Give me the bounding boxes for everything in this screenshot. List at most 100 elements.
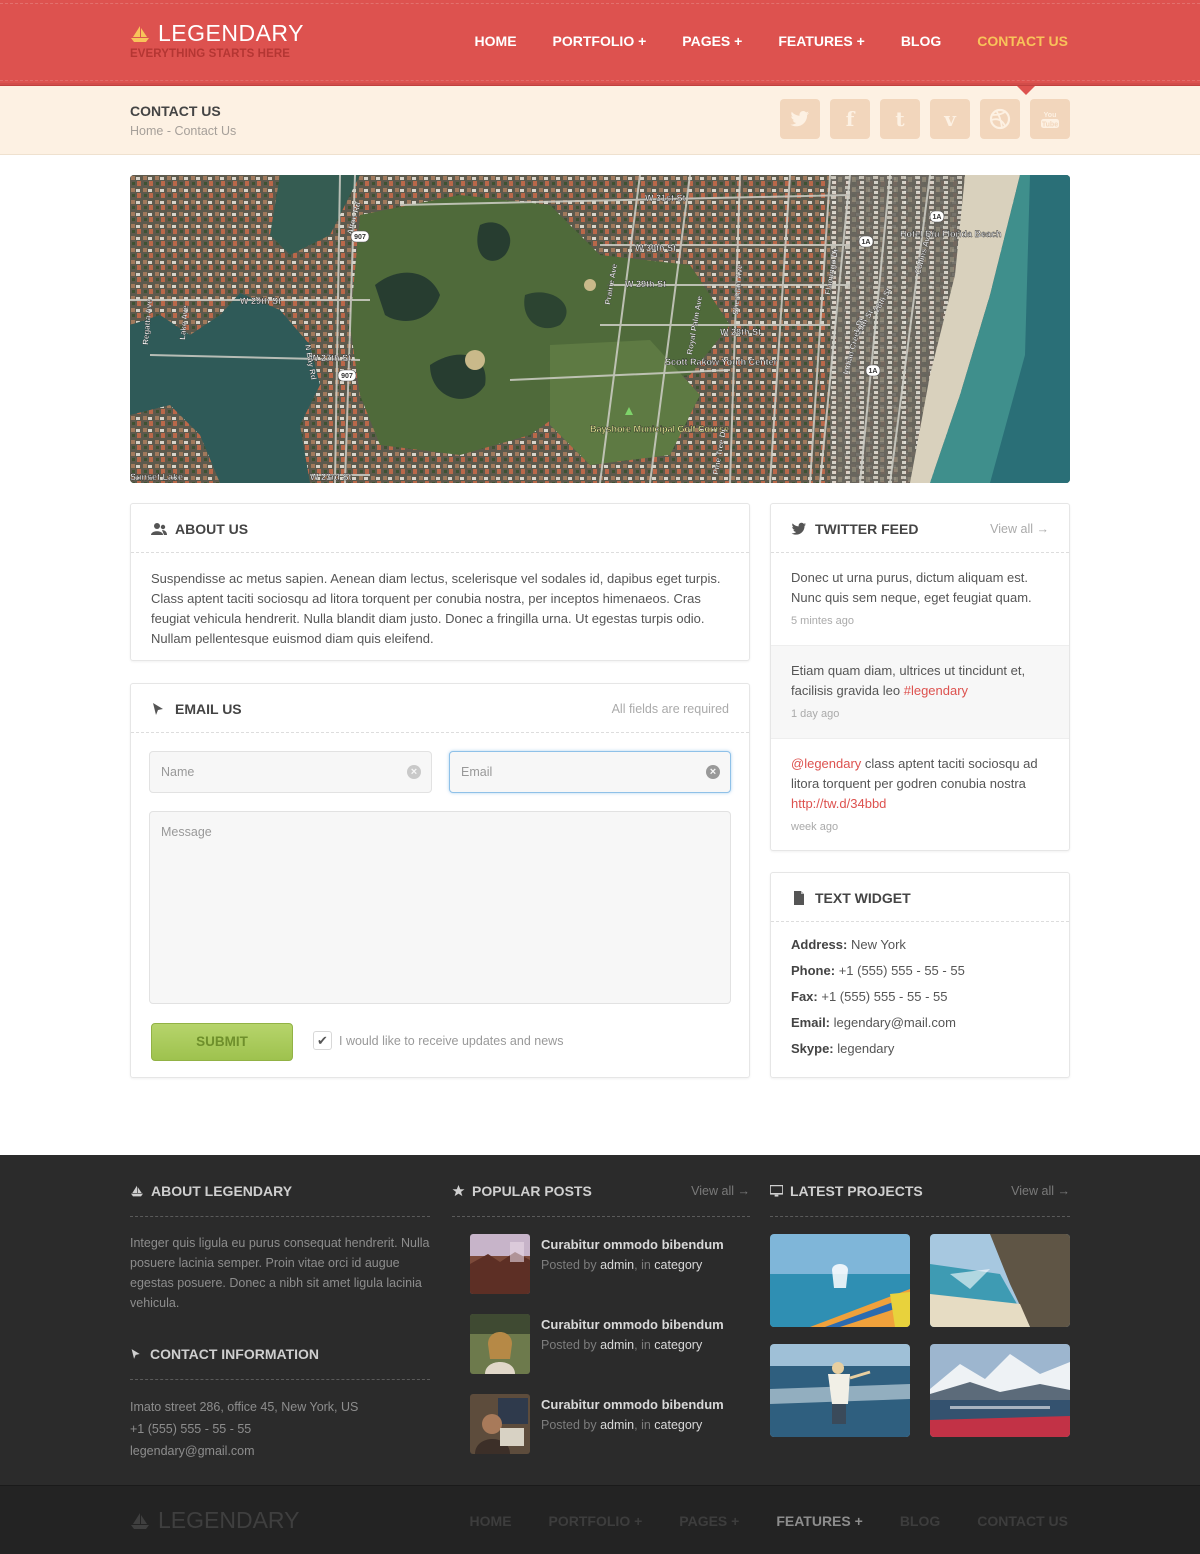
footer-contact-title: CONTACT INFORMATION: [150, 1346, 320, 1362]
footer-address: Imato street 286, office 45, New York, U…: [130, 1400, 359, 1414]
arrow-right-icon: →: [737, 1184, 751, 1198]
nav-contact[interactable]: CONTACT US: [977, 33, 1068, 49]
twitter-title: TWITTER FEED: [815, 521, 919, 537]
nav-features[interactable]: FEATURES +: [778, 33, 864, 49]
post-category-link[interactable]: category: [654, 1418, 702, 1432]
post-title[interactable]: Curabitur ommodo bibendum: [541, 1397, 724, 1412]
post-author-link[interactable]: admin: [600, 1258, 634, 1272]
footer-bar: LEGENDARY HOME PORTFOLIO + PAGES + FEATU…: [0, 1485, 1200, 1554]
footer-nav-contact[interactable]: CONTACT US: [977, 1513, 1068, 1529]
post-thumbnail[interactable]: [470, 1314, 530, 1374]
clear-icon[interactable]: ×: [407, 765, 421, 779]
page-header-band: CONTACT US Home - Contact Us f t v You Tu…: [0, 86, 1200, 155]
clear-icon[interactable]: ×: [706, 765, 720, 779]
nav-portfolio[interactable]: PORTFOLIO +: [553, 33, 647, 49]
map-label: Hotel Riu Florida Beach: [900, 229, 1002, 239]
map-label: W 30th St: [635, 243, 676, 253]
logo-title: LEGENDARY: [158, 20, 304, 46]
twitter-view-all[interactable]: View all →: [990, 522, 1049, 536]
footer-contact-info: Imato street 286, office 45, New York, U…: [130, 1396, 430, 1462]
name-placeholder: Name: [161, 765, 195, 779]
post-category-link[interactable]: category: [654, 1338, 702, 1352]
footer-about-title: ABOUT LEGENDARY: [151, 1183, 293, 1199]
twitter-icon[interactable]: [780, 99, 820, 139]
footer-nav-portfolio[interactable]: PORTFOLIO +: [549, 1513, 643, 1529]
updates-checkbox[interactable]: ✔: [313, 1031, 332, 1050]
map-label: W 29th St: [240, 296, 281, 306]
footer-nav: HOME PORTFOLIO + PAGES + FEATURES + BLOG…: [433, 1513, 1068, 1529]
nav-blog[interactable]: BLOG: [901, 33, 941, 49]
project-thumbnail[interactable]: [930, 1234, 1070, 1327]
cursor-icon: [131, 1349, 140, 1359]
footer-logo-text: LEGENDARY: [158, 1507, 300, 1533]
map-route-label: 1A: [933, 214, 942, 221]
name-field[interactable]: Name ×: [149, 751, 432, 793]
map-route-label: 907: [341, 373, 353, 380]
email-panel: EMAIL US All fields are required Name × …: [130, 683, 750, 1078]
info-row-fax: Fax: +1 (555) 555 - 55 - 55: [791, 989, 948, 1004]
footer-nav-home[interactable]: HOME: [470, 1513, 512, 1529]
post-title[interactable]: Curabitur ommodo bibendum: [541, 1317, 724, 1332]
mention-link[interactable]: @legendary: [791, 756, 861, 771]
projects-view-all[interactable]: View all →: [1011, 1184, 1070, 1198]
email-field[interactable]: Email ×: [449, 751, 731, 793]
star-icon: [452, 1185, 465, 1197]
footer-about-text: Integer quis ligula eu purus consequat h…: [130, 1236, 430, 1310]
youtube-icon[interactable]: You Tube: [1030, 99, 1070, 139]
map-label: W 29th St: [625, 279, 666, 289]
footer-nav-blog[interactable]: BLOG: [900, 1513, 940, 1529]
message-placeholder: Message: [161, 825, 212, 839]
main-nav: HOME PORTFOLIO + PAGES + FEATURES + BLOG…: [439, 33, 1068, 49]
footer-phone: +1 (555) 555 - 55 - 55: [130, 1422, 252, 1436]
arrow-right-icon: →: [1036, 522, 1050, 536]
footer-latest-projects: LATEST PROJECTS View all →: [770, 1183, 1070, 1483]
site-header: LEGENDARY EVERYTHING STARTS HERE HOME PO…: [0, 0, 1200, 86]
vimeo-icon[interactable]: v: [930, 99, 970, 139]
footer-nav-features[interactable]: FEATURES +: [776, 1513, 862, 1529]
footer-nav-pages[interactable]: PAGES +: [679, 1513, 739, 1529]
breadcrumb[interactable]: Home - Contact Us: [130, 124, 236, 138]
project-thumbnail[interactable]: [770, 1344, 910, 1437]
message-field[interactable]: Message: [149, 811, 731, 1004]
post-category-link[interactable]: category: [654, 1258, 702, 1272]
popular-view-all[interactable]: View all →: [691, 1184, 750, 1198]
map-route-label: 907: [354, 234, 366, 241]
post-thumbnail[interactable]: [470, 1394, 530, 1454]
footer-email[interactable]: legendary@gmail.com: [130, 1440, 430, 1462]
monitor-icon: [770, 1185, 783, 1197]
post-title[interactable]: Curabitur ommodo bibendum: [541, 1237, 724, 1252]
tweet-text: Donec ut urna purus, dictum aliquam est.…: [791, 570, 1032, 605]
location-map[interactable]: W 31st St W 30th St W 29th St W 28th St …: [130, 175, 1070, 483]
twitter-panel: TWITTER FEED View all → Donec ut urna pu…: [770, 503, 1070, 851]
about-panel: ABOUT US Suspendisse ac metus sapien. Ae…: [130, 503, 750, 661]
info-row-address: Address: New York: [791, 937, 906, 952]
logo[interactable]: LEGENDARY EVERYTHING STARTS HERE: [130, 20, 304, 60]
checkmark-icon: ✔: [317, 1033, 328, 1048]
dribbble-icon[interactable]: [980, 99, 1020, 139]
tweet-url-link[interactable]: http://tw.d/34bbd: [791, 796, 886, 811]
project-thumbnail[interactable]: [770, 1234, 910, 1327]
project-thumbnail[interactable]: [930, 1344, 1070, 1437]
post-thumbnail[interactable]: [470, 1234, 530, 1294]
post-author-link[interactable]: admin: [600, 1338, 634, 1352]
email-title: EMAIL US: [175, 701, 242, 717]
text-widget-panel: TEXT WIDGET Address: New York Phone: +1 …: [770, 872, 1070, 1078]
hashtag-link[interactable]: #legendary: [904, 683, 968, 698]
about-title: ABOUT US: [175, 521, 249, 537]
info-row-skype: Skype: legendary: [791, 1041, 895, 1056]
post-author-link[interactable]: admin: [600, 1418, 634, 1432]
footer-logo[interactable]: LEGENDARY: [130, 1507, 299, 1534]
submit-button[interactable]: SUBMIT: [151, 1023, 293, 1061]
map-label: W 23rd St: [310, 472, 352, 482]
footer-popular-posts: POPULAR POSTS View all → Curabitur ommod…: [452, 1183, 750, 1483]
tweet-time: 5 mintes ago: [791, 615, 854, 627]
popular-posts-title: POPULAR POSTS: [472, 1183, 592, 1199]
nav-home[interactable]: HOME: [475, 33, 517, 49]
post-meta: Posted by admin, in category: [541, 1338, 703, 1352]
social-links: f t v You Tube: [780, 99, 1070, 139]
tumblr-icon[interactable]: t: [880, 99, 920, 139]
sailboat-icon: [131, 1512, 149, 1529]
facebook-icon[interactable]: f: [830, 99, 870, 139]
svg-text:Tube: Tube: [1042, 122, 1058, 129]
nav-pages[interactable]: PAGES +: [682, 33, 742, 49]
